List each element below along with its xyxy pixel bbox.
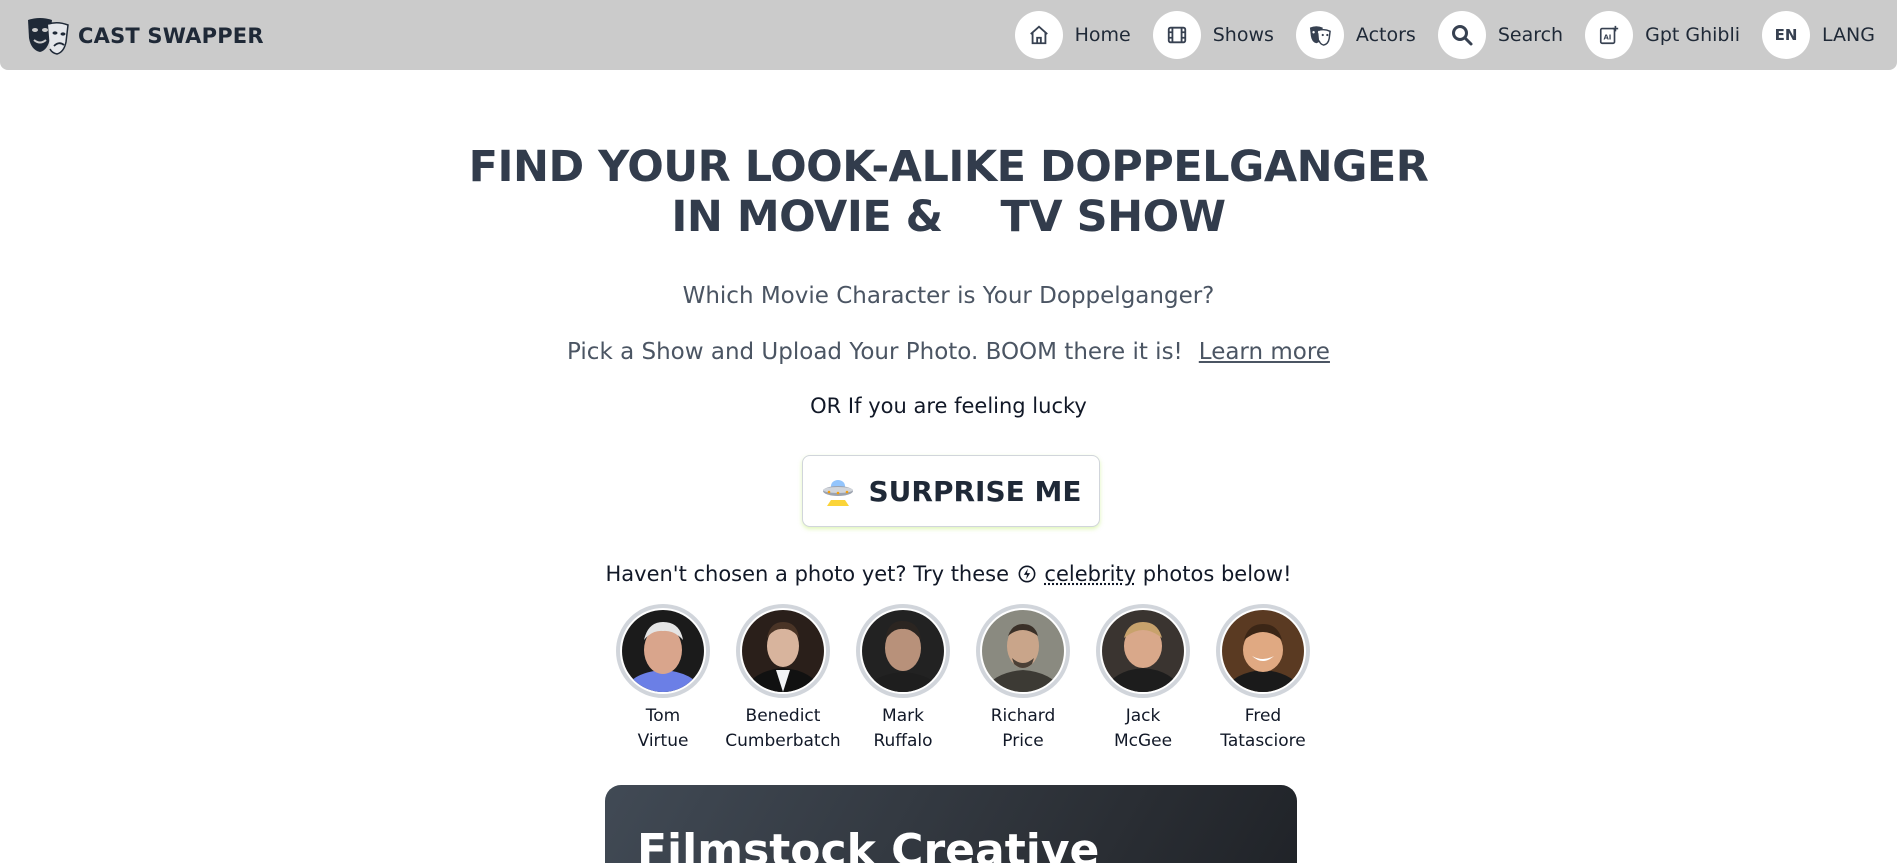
hint-text-before: Haven't chosen a photo yet? Try these: [605, 562, 1009, 586]
lightning-circle-icon: [1018, 565, 1036, 583]
masks-icon: [1296, 11, 1344, 59]
featured-card-title: Filmstock Creative: [637, 825, 1099, 863]
avatar: [982, 610, 1064, 692]
film-icon: [1153, 11, 1201, 59]
nav-item-actors[interactable]: Actors: [1296, 11, 1416, 59]
ufo-icon: [821, 476, 855, 506]
surprise-me-button[interactable]: SURPRISE ME: [802, 455, 1100, 527]
avatar: [742, 610, 824, 692]
nav-label: Home: [1075, 24, 1131, 46]
celebrity-name-last: Price: [963, 729, 1083, 754]
nav-item-shows[interactable]: Shows: [1153, 11, 1274, 59]
nav-item-home[interactable]: Home: [1015, 11, 1131, 59]
celebrity-name-first: Mark: [843, 704, 963, 729]
celebrity-fred-tatasciore[interactable]: Fred Tatasciore: [1203, 604, 1323, 754]
svg-text:AI: AI: [1604, 34, 1612, 42]
surprise-me-label: SURPRISE ME: [869, 475, 1082, 508]
featured-card[interactable]: Filmstock Creative: [605, 785, 1297, 863]
nav-label: Shows: [1213, 24, 1274, 46]
celebrity-name-last: Ruffalo: [843, 729, 963, 754]
nav-label: Actors: [1356, 24, 1416, 46]
nav-menu: Home Shows Actors Search AI Gpt Ghibli E…: [993, 11, 1875, 59]
brand[interactable]: CAST SWAPPER: [26, 16, 264, 56]
celebrity-name-last: McGee: [1083, 729, 1203, 754]
hero-instructions: Pick a Show and Upload Your Photo. BOOM …: [567, 339, 1183, 365]
nav-item-gpt-ghibli[interactable]: AI Gpt Ghibli: [1585, 11, 1740, 59]
avatar: [1222, 610, 1304, 692]
celebrity-list: Tom Virtue Benedict Cumberbatch Mark Ruf…: [603, 604, 1303, 754]
celebrity-jack-mcgee[interactable]: Jack McGee: [1083, 604, 1203, 754]
avatar: [1102, 610, 1184, 692]
celebrity-tom-virtue[interactable]: Tom Virtue: [603, 604, 723, 754]
celebrity-richard-price[interactable]: Richard Price: [963, 604, 1083, 754]
theater-masks-logo-icon: [26, 16, 70, 56]
celebrity-name-last: Cumberbatch: [723, 729, 843, 754]
language-code: EN: [1775, 26, 1798, 44]
learn-more-link[interactable]: Learn more: [1199, 339, 1330, 365]
celebrity-name-last: Tatasciore: [1203, 729, 1323, 754]
top-navbar: CAST SWAPPER Home Shows Actors Search AI…: [0, 0, 1897, 70]
nav-item-search[interactable]: Search: [1438, 11, 1563, 59]
search-icon: [1438, 11, 1486, 59]
hero-subtitle: Which Movie Character is Your Doppelgang…: [0, 283, 1897, 309]
celebrity-name-last: Virtue: [603, 729, 723, 754]
nav-item-language[interactable]: EN LANG: [1762, 11, 1875, 59]
celebrity-hint: Haven't chosen a photo yet? Try these ce…: [0, 562, 1897, 586]
hero-instructions-row: Pick a Show and Upload Your Photo. BOOM …: [0, 339, 1897, 365]
celebrity-benedict-cumberbatch[interactable]: Benedict Cumberbatch: [723, 604, 843, 754]
page-title-line-2: IN MOVIE & TV SHOW: [0, 192, 1897, 242]
feeling-lucky-text: OR If you are feeling lucky: [0, 394, 1897, 418]
nav-label: LANG: [1822, 24, 1875, 46]
celebrity-name-first: Jack: [1083, 704, 1203, 729]
hint-text-after: photos below!: [1143, 562, 1292, 586]
celebrity-name-first: Fred: [1203, 704, 1323, 729]
language-icon: EN: [1762, 11, 1810, 59]
brand-name: CAST SWAPPER: [78, 24, 264, 48]
avatar: [862, 610, 944, 692]
page-title-line-1: FIND YOUR LOOK-ALIKE DOPPELGANGER: [0, 142, 1897, 192]
nav-label: Search: [1498, 24, 1563, 46]
home-icon: [1015, 11, 1063, 59]
celebrity-mark-ruffalo[interactable]: Mark Ruffalo: [843, 604, 963, 754]
celebrity-name-first: Tom: [603, 704, 723, 729]
celebrity-name-first: Richard: [963, 704, 1083, 729]
avatar: [622, 610, 704, 692]
celebrity-name-first: Benedict: [723, 704, 843, 729]
celebrity-link[interactable]: celebrity: [1044, 562, 1136, 586]
nav-label: Gpt Ghibli: [1645, 24, 1740, 46]
ai-image-icon: AI: [1585, 11, 1633, 59]
